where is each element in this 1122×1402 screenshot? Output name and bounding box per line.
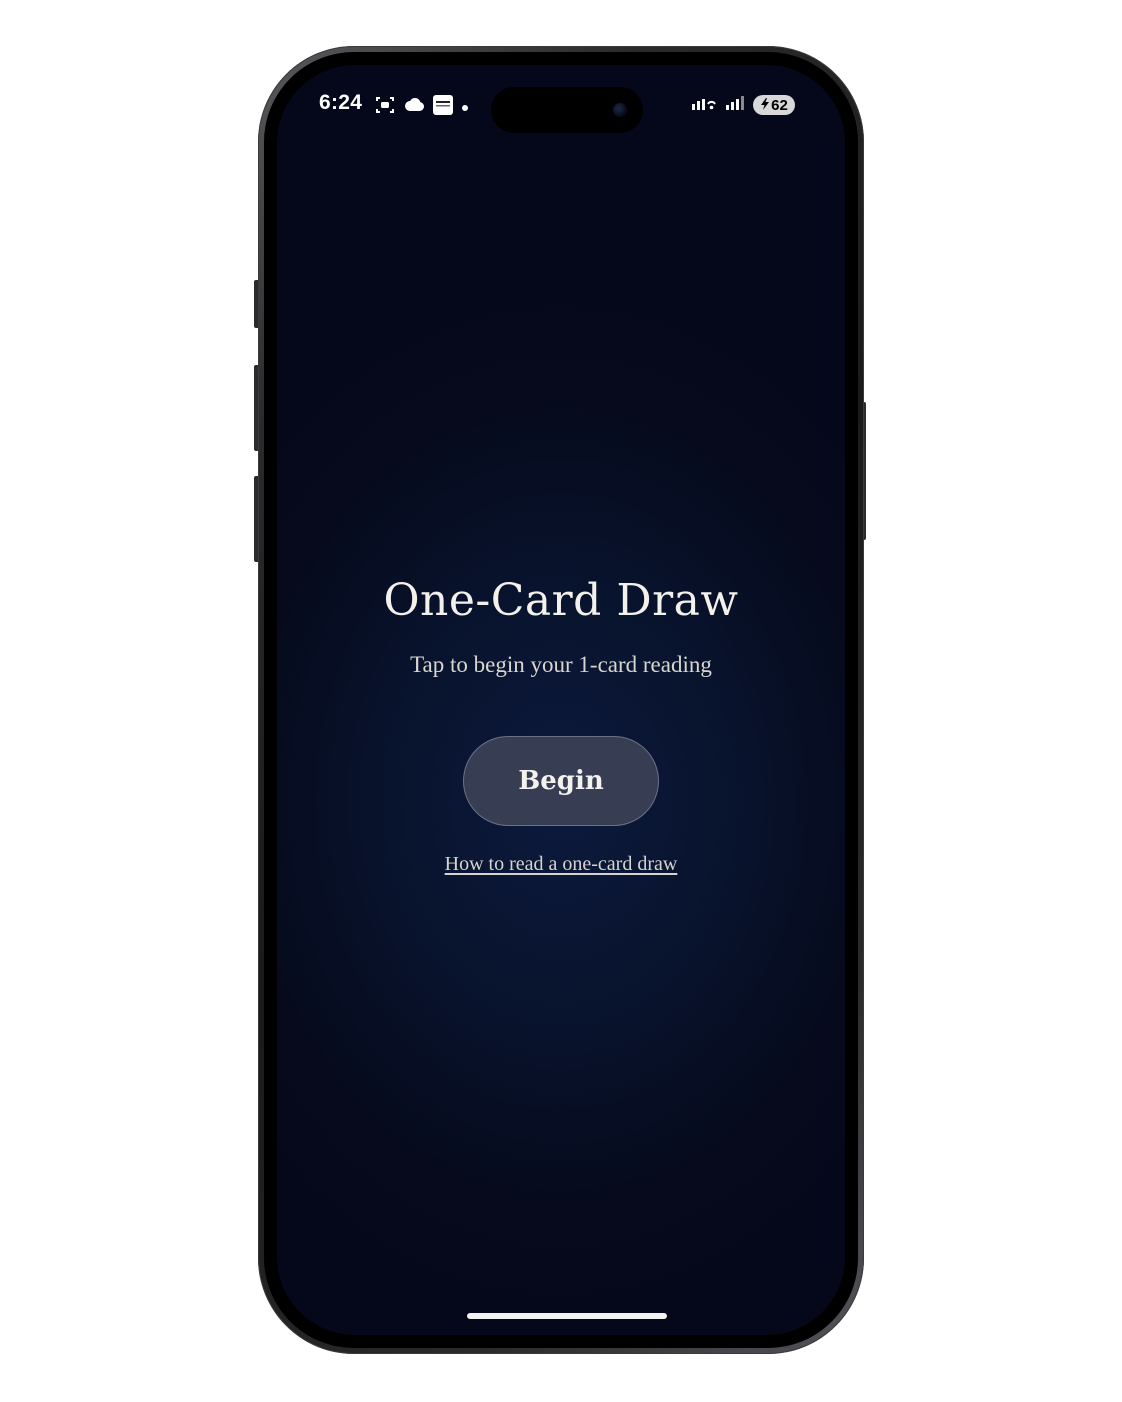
status-icons-left <box>375 95 469 120</box>
phone-frame: 6:24 62 One-Card Draw Tap to begin your … <box>258 46 864 1354</box>
wifi-icon <box>691 96 717 115</box>
main-content: One-Card Draw Tap to begin your 1-card r… <box>277 575 845 876</box>
cloud-icon <box>403 97 425 118</box>
dot-icon <box>461 99 469 117</box>
battery-indicator: 62 <box>753 95 795 115</box>
home-indicator[interactable] <box>467 1313 667 1319</box>
app-notification-icon <box>433 95 453 120</box>
status-bar: 6:24 62 <box>277 65 845 145</box>
app-screen: 6:24 62 One-Card Draw Tap to begin your … <box>277 65 845 1335</box>
camera-icon <box>613 103 627 117</box>
status-time: 6:24 <box>319 91 363 114</box>
screen-recording-icon <box>375 95 395 120</box>
phone-bezel: 6:24 62 One-Card Draw Tap to begin your … <box>264 52 858 1348</box>
how-to-read-link[interactable]: How to read a one-card draw <box>445 853 678 876</box>
page-subtitle: Tap to begin your 1-card reading <box>410 652 712 677</box>
battery-level: 62 <box>771 96 788 114</box>
page-title: One-Card Draw <box>383 575 739 626</box>
status-icons-right: 62 <box>691 95 795 115</box>
charging-bolt-icon <box>760 97 770 114</box>
stage: 6:24 62 One-Card Draw Tap to begin your … <box>0 0 1122 1402</box>
cellular-signal-icon <box>725 95 745 115</box>
dynamic-island <box>491 87 643 133</box>
begin-button[interactable]: Begin <box>463 736 659 826</box>
